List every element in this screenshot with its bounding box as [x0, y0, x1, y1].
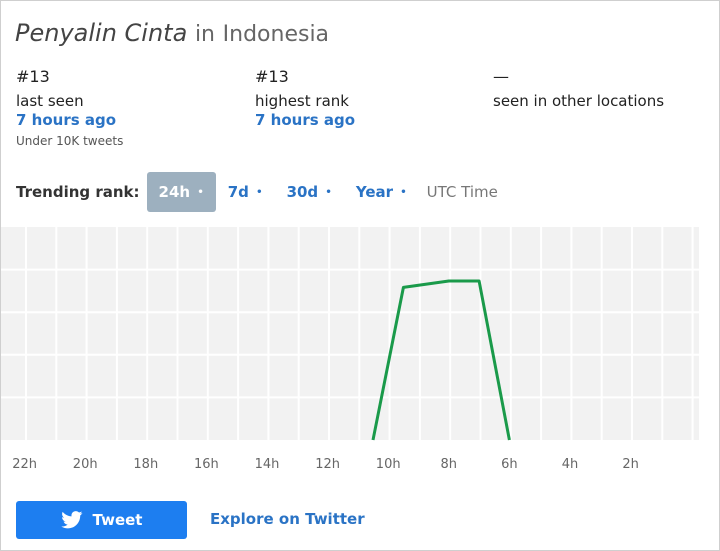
stat-value: #13 [16, 67, 50, 86]
highest-rank-link[interactable]: 7 hours ago [255, 111, 355, 129]
x-tick-label: 2h [622, 457, 639, 472]
last-seen-link[interactable]: 7 hours ago [16, 111, 123, 129]
x-tick-label: 22h [12, 457, 37, 472]
stat-value: #13 [255, 67, 289, 86]
trending-rank-label: Trending rank: [16, 183, 140, 201]
stat-label: last seen [16, 92, 84, 110]
tab-7d[interactable]: 7d • [216, 172, 275, 212]
tab-30d[interactable]: 30d • [275, 172, 344, 212]
x-tick-label: 6h [501, 457, 518, 472]
stat-label: highest rank [255, 92, 349, 110]
x-tick-label: 20h [73, 457, 98, 472]
x-tick-label: 4h [562, 457, 579, 472]
explore-on-twitter-link[interactable]: Explore on Twitter [210, 510, 365, 528]
stat-other-locations: — seen in other locations [493, 67, 664, 111]
twitter-bird-icon [60, 511, 82, 529]
x-tick-label: 12h [315, 457, 340, 472]
x-tick-label: 14h [255, 457, 280, 472]
stat-last-seen: #13 last seen 7 hours ago Under 10K twee… [16, 67, 123, 148]
tab-year[interactable]: Year • [344, 172, 419, 212]
tweet-button-label: Tweet [92, 511, 143, 529]
stat-value: — [493, 67, 509, 86]
trending-rank-chart: 22h 20h 18h 16h 14h 12h 10h 8h 6h 4h 2h [1, 227, 699, 472]
topic-name: Penyalin Cinta [15, 19, 188, 47]
title-connector: in [194, 22, 215, 47]
x-tick-label: 10h [376, 457, 401, 472]
chart-plot-area [1, 227, 699, 440]
timezone-label: UTC Time [426, 183, 498, 201]
tweet-volume-note: Under 10K tweets [16, 134, 124, 148]
stat-label: seen in other locations [493, 92, 665, 110]
stat-highest-rank: #13 highest rank 7 hours ago [255, 67, 355, 129]
page-title: Penyalin Cinta in Indonesia [15, 19, 329, 47]
trend-card: Penyalin Cinta in Indonesia #13 last see… [0, 0, 720, 551]
location-name: Indonesia [222, 22, 330, 47]
x-tick-label: 16h [194, 457, 219, 472]
trending-rank-tabs: Trending rank: 24h • 7d • 30d • Year • U… [16, 172, 498, 212]
tab-24h[interactable]: 24h • [146, 172, 216, 212]
x-tick-label: 18h [133, 457, 158, 472]
tweet-button[interactable]: Tweet [16, 501, 187, 539]
x-tick-label: 8h [441, 457, 458, 472]
